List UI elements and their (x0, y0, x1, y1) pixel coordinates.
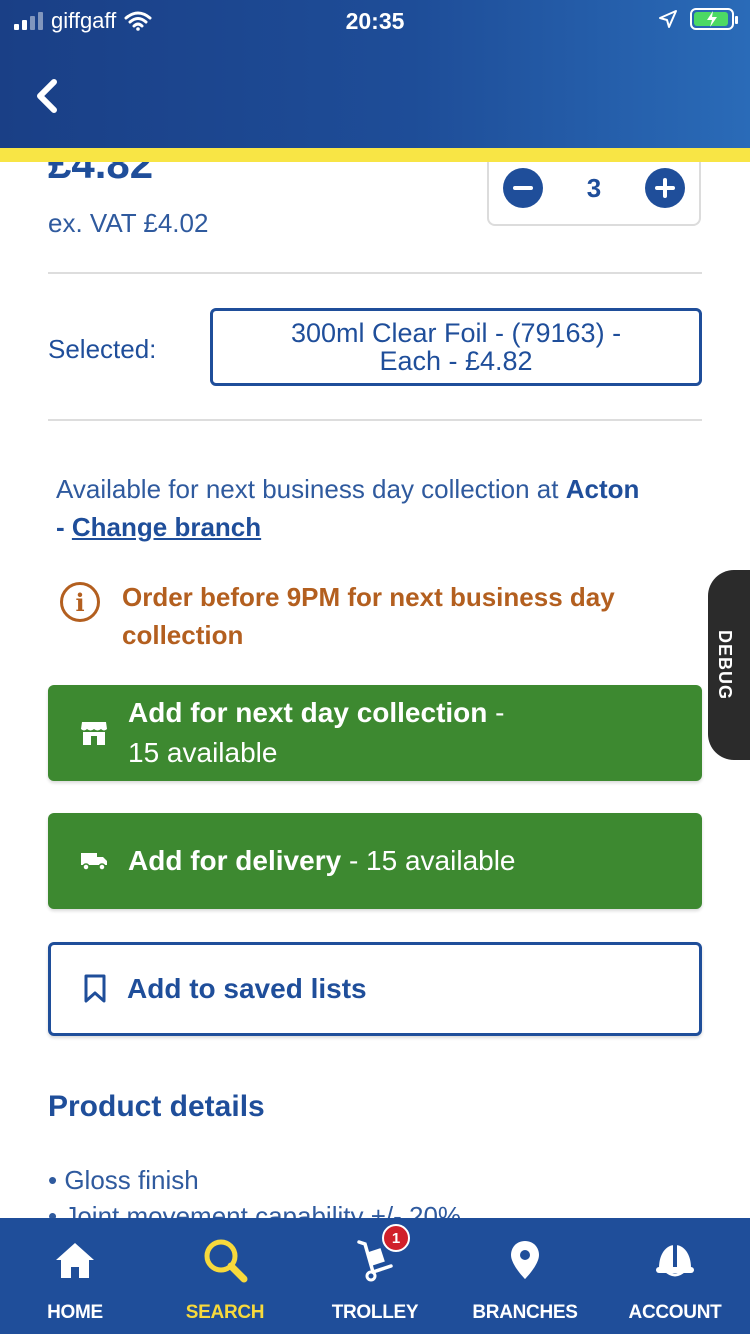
debug-tab[interactable]: DEBUG (708, 570, 750, 760)
tab-label: BRANCHES (472, 1302, 578, 1323)
collection-separator: - (487, 697, 505, 728)
divider (48, 419, 702, 421)
info-icon: i (60, 582, 100, 622)
availability-text: Available for next business day collecti… (56, 474, 566, 504)
tab-account[interactable]: ACCOUNT (600, 1218, 750, 1334)
saved-lists-label: Add to saved lists (127, 973, 367, 1004)
delivery-truck-icon (80, 850, 110, 872)
selected-label: Selected: (48, 334, 157, 364)
variant-line-1: 300ml Clear Foil - (79163) - (290, 318, 622, 348)
quantity-stepper: 3 (487, 162, 701, 226)
product-details-list: Gloss finish Joint movement capability +… (48, 1162, 461, 1218)
product-price: £4.82 (48, 162, 154, 187)
status-bar: giffgaff 20:35 (0, 0, 750, 42)
tab-label: HOME (47, 1302, 103, 1323)
divider (48, 272, 702, 274)
add-to-saved-lists-button[interactable]: Add to saved lists (48, 942, 702, 1036)
tab-trolley[interactable]: 1 TROLLEY (300, 1218, 450, 1334)
branch-name: Acton (565, 474, 640, 504)
debug-label: DEBUG (715, 630, 735, 701)
clock: 20:35 (345, 8, 405, 34)
ex-vat-price: ex. VAT £4.02 (48, 208, 209, 238)
hard-hat-icon (656, 1245, 694, 1277)
map-pin-icon (511, 1241, 539, 1279)
tab-branches[interactable]: BRANCHES (450, 1218, 600, 1334)
delivery-label: Add for delivery (128, 845, 342, 876)
status-right (658, 8, 738, 30)
tab-label: TROLLEY (331, 1302, 419, 1323)
tab-label: SEARCH (185, 1302, 265, 1323)
product-content[interactable]: £4.82 ex. VAT £4.02 3 Selected: 300ml Cl… (0, 162, 750, 1218)
search-icon (204, 1239, 248, 1283)
list-item: Gloss finish (48, 1162, 461, 1198)
tab-home[interactable]: HOME (0, 1218, 150, 1334)
tab-label: ACCOUNT (628, 1302, 722, 1323)
store-icon (80, 720, 110, 746)
collection-label: Add for next day collection (128, 697, 488, 728)
increase-quantity-button[interactable] (645, 168, 685, 208)
bookmark-icon (84, 974, 106, 1003)
order-deadline-notice: i Order before 9PM for next business day… (60, 578, 700, 654)
decrease-quantity-button[interactable] (503, 168, 543, 208)
collection-count: 15 available (128, 737, 278, 768)
location-arrow-icon (659, 10, 677, 28)
list-item: Joint movement capability +/- 20% (48, 1198, 461, 1218)
add-for-collection-button[interactable]: Add for next day collection - 15 availab… (48, 685, 702, 781)
quantity-value: 3 (586, 172, 602, 203)
notice-text: Order before 9PM for next business day c… (122, 582, 615, 650)
bottom-tab-bar: HOME SEARCH 1 TROLLEY BRANCHES ACCOUNT (0, 1218, 750, 1334)
trolley-count-badge: 1 (382, 1224, 410, 1252)
home-icon (56, 1243, 94, 1278)
availability-info: Available for next business day collecti… (56, 470, 716, 546)
variant-selector[interactable]: 300ml Clear Foil - (79163) - Each - £4.8… (210, 308, 702, 386)
header-accent-bar (0, 148, 750, 162)
tab-search[interactable]: SEARCH (150, 1218, 300, 1334)
delivery-count: - 15 available (341, 845, 516, 876)
branch-separator: - (56, 512, 72, 542)
back-chevron-icon[interactable] (30, 76, 66, 116)
app-header: giffgaff 20:35 (0, 0, 750, 150)
change-branch-link[interactable]: Change branch (72, 512, 261, 542)
battery-icon (690, 8, 738, 30)
variant-line-2: Each - £4.82 (379, 346, 533, 376)
product-details-heading: Product details (48, 1090, 265, 1123)
add-for-delivery-button[interactable]: Add for delivery - 15 available (48, 813, 702, 909)
